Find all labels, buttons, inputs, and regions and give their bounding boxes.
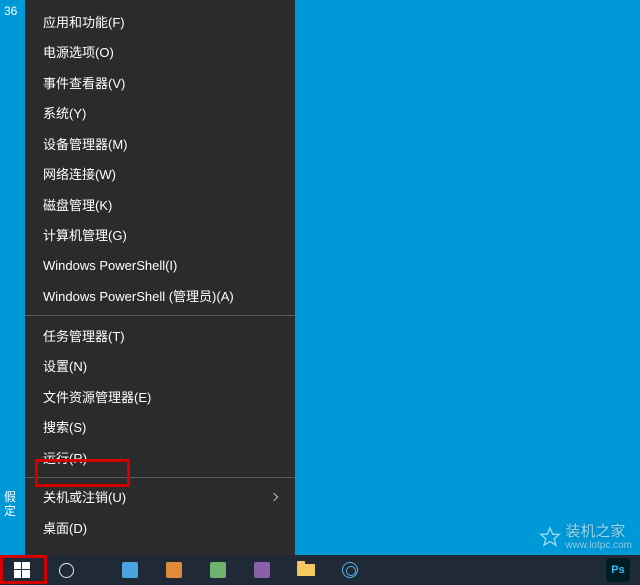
taskbar-app-4[interactable] xyxy=(240,555,284,585)
app-icon xyxy=(210,562,226,578)
taskbar-photoshop[interactable]: Ps xyxy=(596,555,640,585)
start-button[interactable] xyxy=(0,555,44,585)
chevron-right-icon xyxy=(270,493,278,501)
taskbar-app-2[interactable] xyxy=(152,555,196,585)
menu-item-powershell[interactable]: Windows PowerShell(I) xyxy=(25,250,295,281)
cortana-circle-icon xyxy=(59,563,74,578)
taskbar-gap xyxy=(88,555,108,585)
menu-item-event-viewer[interactable]: 事件查看器(V) xyxy=(25,67,295,98)
folder-icon xyxy=(297,564,315,576)
menu-item-powershell-admin[interactable]: Windows PowerShell (管理员)(A) xyxy=(25,281,295,312)
menu-item-task-manager[interactable]: 任务管理器(T) xyxy=(25,320,295,351)
menu-item-system[interactable]: 系统(Y) xyxy=(25,98,295,129)
star-icon xyxy=(539,526,561,548)
menu-item-network-connections[interactable]: 网络连接(W) xyxy=(25,159,295,190)
photoshop-icon: Ps xyxy=(606,558,630,582)
taskbar: Ps xyxy=(0,555,640,585)
windows-logo-icon xyxy=(14,562,30,578)
menu-separator xyxy=(25,315,295,316)
menu-item-file-explorer[interactable]: 文件资源管理器(E) xyxy=(25,381,295,412)
menu-item-settings[interactable]: 设置(N) xyxy=(25,351,295,382)
cortana-button[interactable] xyxy=(44,555,88,585)
browser-icon xyxy=(342,562,358,578)
menu-item-device-manager[interactable]: 设备管理器(M) xyxy=(25,128,295,159)
taskbar-app-3[interactable] xyxy=(196,555,240,585)
desktop-icon-partial-top: 36 xyxy=(4,4,17,18)
menu-separator xyxy=(25,477,295,478)
menu-item-apps-features[interactable]: 应用和功能(F) xyxy=(25,6,295,37)
menu-item-shutdown-signout[interactable]: 关机或注销(U) xyxy=(25,482,295,513)
menu-item-computer-management[interactable]: 计算机管理(G) xyxy=(25,220,295,251)
watermark-url: www.lotpc.com xyxy=(565,540,632,551)
menu-item-run[interactable]: 运行(R) xyxy=(25,442,295,473)
app-icon xyxy=(254,562,270,578)
desktop-icon-partial: 假 定 xyxy=(4,490,16,518)
menu-item-desktop[interactable]: 桌面(D) xyxy=(25,512,295,543)
taskbar-app-1[interactable] xyxy=(108,555,152,585)
menu-item-disk-management[interactable]: 磁盘管理(K) xyxy=(25,189,295,220)
desktop: 假 定 36 应用和功能(F) 电源选项(O) 事件查看器(V) 系统(Y) 设… xyxy=(0,0,640,585)
taskbar-browser[interactable] xyxy=(328,555,372,585)
watermark-text: 装机之家 xyxy=(565,524,632,541)
menu-item-search[interactable]: 搜索(S) xyxy=(25,412,295,443)
watermark: 装机之家 www.lotpc.com xyxy=(539,524,632,552)
menu-item-power-options[interactable]: 电源选项(O) xyxy=(25,37,295,68)
taskbar-file-explorer[interactable] xyxy=(284,555,328,585)
app-icon xyxy=(122,562,138,578)
winx-context-menu: 应用和功能(F) 电源选项(O) 事件查看器(V) 系统(Y) 设备管理器(M)… xyxy=(25,0,295,556)
app-icon xyxy=(166,562,182,578)
